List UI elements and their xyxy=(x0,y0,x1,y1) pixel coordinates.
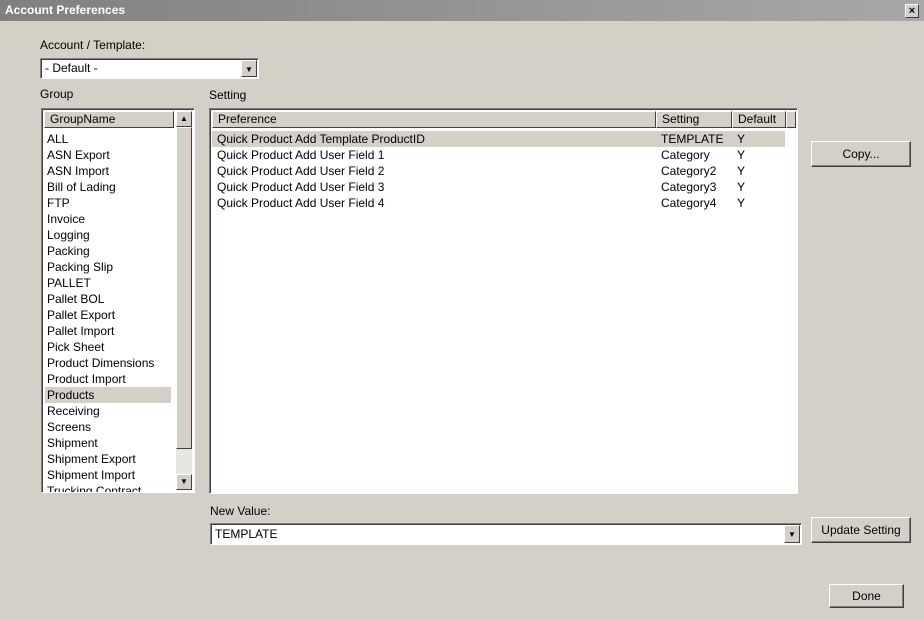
group-item[interactable]: Receiving xyxy=(45,403,171,419)
group-list[interactable]: GroupName ALL ASN Export ASN Import Bill of… xyxy=(41,108,195,493)
group-item[interactable]: PALLET xyxy=(45,275,171,291)
title-bar: Account Preferences × xyxy=(0,0,924,21)
preference-cell: Quick Product Add Template ProductID xyxy=(217,132,425,146)
close-button[interactable]: × xyxy=(905,4,919,18)
group-item[interactable]: Logging xyxy=(45,227,171,243)
group-item[interactable]: Invoice xyxy=(45,211,171,227)
chevron-down-icon[interactable]: ▼ xyxy=(241,60,257,77)
group-item[interactable]: Shipment xyxy=(45,435,171,451)
account-template-value: - Default - xyxy=(45,61,98,75)
setting-cell: Category2 xyxy=(661,164,717,178)
group-item[interactable]: Product Dimensions xyxy=(45,355,171,371)
new-value-label: New Value: xyxy=(210,504,271,518)
scroll-down-icon[interactable]: ▼ xyxy=(176,474,192,490)
update-setting-button[interactable]: Update Setting xyxy=(811,517,911,543)
preference-cell: Quick Product Add User Field 1 xyxy=(217,148,385,162)
group-item[interactable]: Packing Slip xyxy=(45,259,171,275)
scroll-up-icon[interactable]: ▲ xyxy=(176,111,192,127)
group-item[interactable]: Pick Sheet xyxy=(45,339,171,355)
preference-column-header[interactable]: Preference xyxy=(212,111,656,128)
table-row[interactable]: Quick Product Add User Field 4 Category4 Y xyxy=(212,195,785,211)
default-cell: Y xyxy=(737,164,746,178)
group-item[interactable]: Pallet BOL xyxy=(45,291,171,307)
group-item[interactable]: FTP xyxy=(45,195,171,211)
default-cell: Y xyxy=(737,148,746,162)
table-row[interactable]: Quick Product Add User Field 1 Category Y xyxy=(212,147,785,163)
group-item[interactable]: Shipment Export xyxy=(45,451,171,467)
new-value-text: TEMPLATE xyxy=(215,527,278,541)
default-column-header[interactable]: Default xyxy=(732,111,786,128)
default-cell: Y xyxy=(737,180,746,194)
preference-cell: Quick Product Add User Field 2 xyxy=(217,164,385,178)
preference-cell: Quick Product Add User Field 3 xyxy=(217,180,385,194)
group-column-header[interactable]: GroupName xyxy=(44,111,174,128)
window-title: Account Preferences xyxy=(5,3,126,17)
group-item[interactable]: Packing xyxy=(45,243,171,259)
setting-cell: Category4 xyxy=(661,196,717,210)
account-template-label: Account / Template: xyxy=(40,38,146,52)
group-item[interactable]: ASN Import xyxy=(45,163,171,179)
copy-button[interactable]: Copy... xyxy=(811,141,911,167)
group-item[interactable]: Pallet Import xyxy=(45,323,171,339)
account-template-dropdown[interactable]: - Default - ▼ xyxy=(40,58,259,79)
setting-label: Setting xyxy=(209,88,247,102)
group-item[interactable]: Bill of Lading xyxy=(45,179,171,195)
setting-column-header[interactable]: Setting xyxy=(656,111,732,128)
setting-cell: Category3 xyxy=(661,180,717,194)
setting-table[interactable]: Preference Setting Default Quick Product… xyxy=(209,108,798,494)
close-icon: × xyxy=(908,5,916,17)
group-item[interactable]: Products xyxy=(45,387,171,403)
done-button[interactable]: Done xyxy=(829,584,904,608)
group-label: Group xyxy=(40,87,74,101)
preference-cell: Quick Product Add User Field 4 xyxy=(217,196,385,210)
group-item[interactable]: Pallet Export xyxy=(45,307,171,323)
group-item[interactable]: Trucking Contract xyxy=(45,483,171,492)
group-item[interactable]: Shipment Import xyxy=(45,467,171,483)
chevron-down-icon[interactable]: ▼ xyxy=(784,525,800,543)
table-row[interactable]: Quick Product Add User Field 3 Category3 Y xyxy=(212,179,785,195)
group-item[interactable]: ALL xyxy=(45,131,171,147)
scroll-thumb[interactable] xyxy=(176,127,192,449)
setting-cell: Category xyxy=(661,148,710,162)
setting-cell: TEMPLATE xyxy=(661,132,724,146)
header-filler xyxy=(786,111,796,128)
default-cell: Y xyxy=(737,132,746,146)
group-scrollbar[interactable]: ▲ ▼ xyxy=(176,111,192,490)
group-item[interactable]: Screens xyxy=(45,419,171,435)
group-item[interactable]: Product Import xyxy=(45,371,171,387)
table-row[interactable]: Quick Product Add Template ProductID TEMP… xyxy=(212,131,785,147)
table-row[interactable]: Quick Product Add User Field 2 Category2 Y xyxy=(212,163,785,179)
new-value-dropdown[interactable]: TEMPLATE ▼ xyxy=(210,523,802,545)
group-item[interactable]: ASN Export xyxy=(45,147,171,163)
default-cell: Y xyxy=(737,196,746,210)
